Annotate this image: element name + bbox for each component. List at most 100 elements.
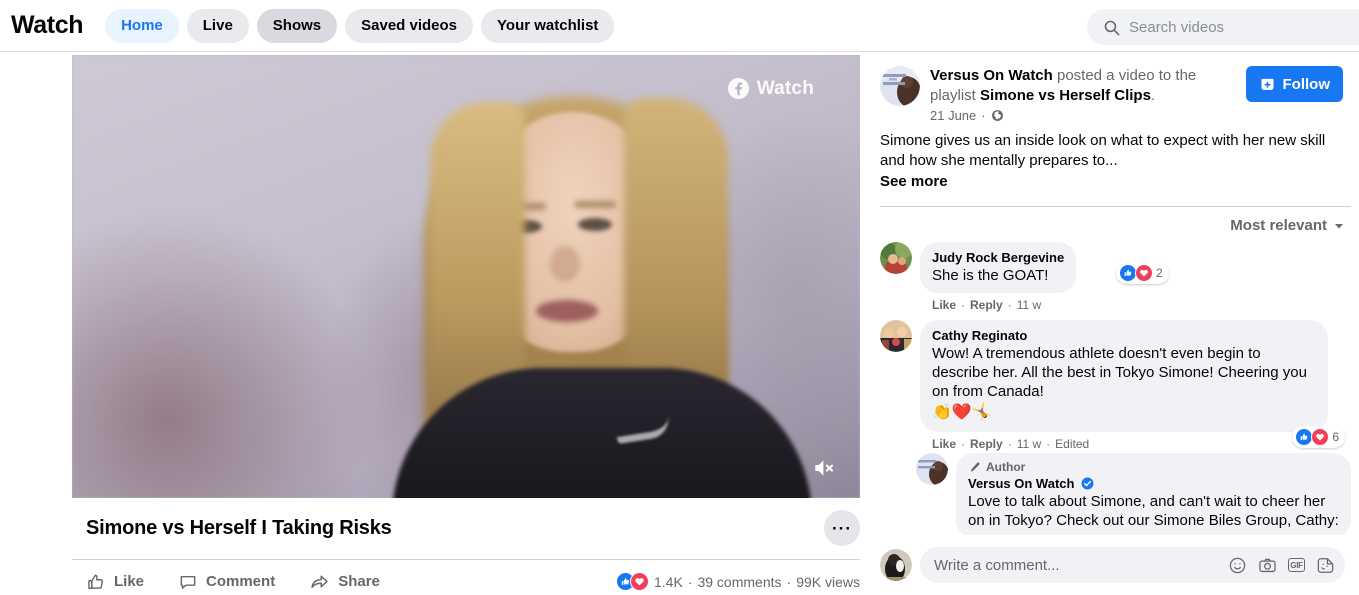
comment-bubble: Cathy Reginato Wow! A tremendous athlete…	[920, 320, 1345, 448]
commenter-name[interactable]: Cathy Reginato	[932, 327, 1316, 344]
reply-body: Author Versus On Watch Love to talk abou…	[956, 453, 1351, 538]
video-stats: 1.4K · 39 comments · 99K views	[615, 572, 860, 591]
separator-dot: ·	[961, 298, 966, 312]
post-playlist-name[interactable]: Simone vs Herself Clips	[980, 87, 1151, 104]
reply-author-avatar[interactable]	[916, 453, 948, 485]
search-icon	[1104, 20, 1120, 35]
reply-author-name-text: Versus On Watch	[968, 476, 1075, 491]
separator-dot: ·	[1007, 298, 1012, 312]
comment-reply-button[interactable]: Reply	[970, 437, 1003, 451]
reply-bubble: Author Versus On Watch Love to talk abou…	[956, 453, 1351, 538]
comment-input-placeholder: Write a comment...	[934, 556, 1060, 574]
like-button[interactable]: Like	[86, 572, 144, 592]
reply-author-name[interactable]: Versus On Watch	[968, 475, 1339, 492]
camera-icon-button[interactable]	[1258, 556, 1277, 575]
comment-reaction-count: 6	[1332, 430, 1339, 444]
commenter-name[interactable]: Judy Rock Bergevine	[932, 249, 1064, 266]
comment-item: Cathy Reginato Wow! A tremendous athlete…	[872, 312, 1359, 451]
comment-text: Wow! A tremendous athlete doesn't even b…	[932, 345, 1307, 400]
comment-reply-button[interactable]: Reply	[970, 298, 1003, 312]
comment-text: She is the GOAT!	[932, 267, 1049, 284]
follow-label: Follow	[1282, 75, 1331, 93]
like-label: Like	[114, 573, 145, 590]
tab-your-watchlist[interactable]: Your watchlist	[481, 8, 615, 43]
video-action-row: Like Comment Share 1.4K · 39 comments · …	[72, 560, 860, 592]
post-date[interactable]: 21 June	[930, 108, 976, 123]
sticker-icon-button[interactable]	[1316, 556, 1335, 575]
share-button[interactable]: Share	[309, 571, 380, 592]
comment-body: Cathy Reginato Wow! A tremendous athlete…	[920, 320, 1351, 451]
post-author-name[interactable]: Versus On Watch	[930, 67, 1053, 84]
comment-input[interactable]: Write a comment... GIF	[920, 547, 1345, 583]
search-input[interactable]: Search videos	[1087, 9, 1359, 45]
reaction-count[interactable]: 1.4K	[654, 574, 683, 590]
search-placeholder: Search videos	[1129, 18, 1225, 36]
comment-reaction-badge[interactable]: 2	[1116, 262, 1169, 284]
comment-bubble-icon	[180, 575, 196, 589]
comment-reaction-badge[interactable]: 6	[1292, 426, 1345, 448]
comment-meta: Like · Reply · 11 w	[920, 293, 1351, 312]
comment-emoji: 👏❤️🤸	[932, 404, 992, 421]
comment-composer: Write a comment... GIF	[872, 535, 1359, 595]
nav-tabs: Home Live Shows Saved videos Your watchl…	[105, 8, 615, 43]
commenter-avatar-image	[880, 242, 912, 274]
thumbs-up-icon	[88, 574, 103, 589]
author-tag: Author	[968, 460, 1339, 474]
video-subject	[392, 68, 812, 498]
post-subline: 21 June ·	[930, 108, 1236, 123]
verified-badge-icon	[1081, 477, 1094, 490]
current-user-avatar[interactable]	[880, 549, 912, 581]
separator-dot: ·	[1046, 437, 1051, 451]
see-more-link[interactable]: See more	[880, 172, 1345, 192]
comment-item: Judy Rock Bergevine She is the GOAT! 2 L…	[872, 234, 1359, 312]
reply-text: Love to talk about Simone, and can't wai…	[968, 493, 1339, 529]
tab-shows[interactable]: Shows	[256, 8, 338, 43]
comment-body: Judy Rock Bergevine She is the GOAT! 2 L…	[920, 242, 1351, 312]
comment-count[interactable]: 39 comments	[697, 574, 781, 590]
separator-dot: ·	[1007, 437, 1012, 451]
chevron-down-icon	[1335, 223, 1343, 228]
emoji-icon	[1229, 557, 1246, 573]
comment-timestamp: 11 w	[1016, 437, 1042, 451]
post-description: Simone gives us an inside look on what t…	[872, 123, 1359, 192]
gif-icon-button[interactable]: GIF	[1288, 558, 1305, 572]
sticker-icon	[1317, 557, 1334, 573]
page-title: Simone vs Herself I Taking Risks	[86, 516, 392, 539]
comment-meta: Like · Reply · 11 w · Edited	[920, 432, 1351, 451]
post-period: .	[1150, 87, 1156, 104]
comment-button[interactable]: Comment	[178, 572, 275, 592]
comment-like-button[interactable]: Like	[932, 298, 956, 312]
comment-like-button[interactable]: Like	[932, 437, 956, 451]
commenter-avatar[interactable]	[880, 242, 912, 274]
reply-author-avatar-image	[916, 453, 948, 485]
tab-home[interactable]: Home	[105, 8, 179, 43]
tab-live[interactable]: Live	[186, 8, 249, 43]
stat-separator-2: ·	[786, 573, 792, 590]
microphone-icon	[970, 461, 980, 472]
mute-button[interactable]	[804, 448, 844, 488]
view-count: 99K views	[796, 573, 860, 590]
post-meta: Versus On Watch posted a video to the pl…	[930, 66, 1236, 123]
video-more-options-button[interactable]: ···	[824, 510, 860, 546]
video-column: Watch Simone vs Herself I Taking Risks ·…	[72, 55, 860, 592]
post-description-text: Simone gives us an inside look on what t…	[880, 132, 1326, 169]
page-avatar[interactable]	[880, 66, 920, 106]
commenter-avatar[interactable]	[880, 320, 912, 352]
love-reaction-icon	[1135, 264, 1153, 282]
facebook-icon	[727, 77, 749, 100]
video-player[interactable]: Watch	[72, 55, 860, 498]
love-reaction-icon	[1311, 428, 1330, 446]
video-title-row: Simone vs Herself I Taking Risks ···	[72, 498, 860, 560]
top-bar: Watch Home Live Shows Saved videos Your …	[0, 0, 1359, 52]
post-sidebar: Versus On Watch posted a video to the pl…	[872, 52, 1359, 595]
brand-title: Watch	[11, 11, 84, 39]
comment-sort-button[interactable]: Most relevant	[872, 207, 1359, 234]
reaction-icons[interactable]	[615, 572, 649, 591]
page-avatar-image	[880, 66, 920, 106]
comment-label: Comment	[206, 573, 276, 590]
stat-separator-1: ·	[687, 573, 693, 590]
tab-saved-videos[interactable]: Saved videos	[345, 8, 474, 43]
follow-button[interactable]: Follow	[1245, 66, 1343, 102]
commenter-avatar-image	[880, 320, 912, 352]
emoji-icon-button[interactable]	[1228, 556, 1247, 575]
